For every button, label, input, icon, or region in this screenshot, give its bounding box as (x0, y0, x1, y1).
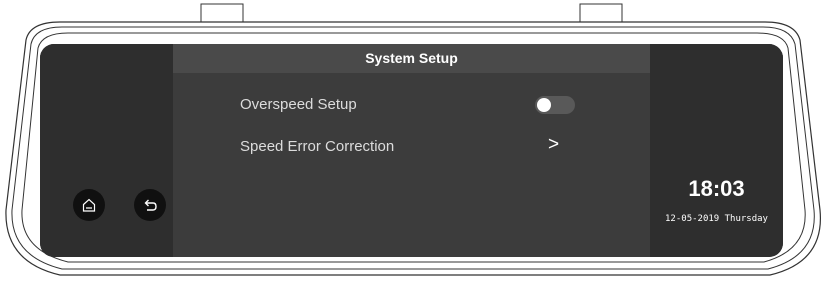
mount-clip-right (579, 3, 623, 25)
home-icon (82, 198, 96, 212)
speed-error-correction-label[interactable]: Speed Error Correction (240, 138, 394, 155)
overspeed-setup-label: Overspeed Setup (240, 96, 357, 113)
page-title: System Setup (173, 44, 650, 73)
left-panel (40, 44, 173, 257)
settings-panel: System Setup Overspeed Setup Speed Error… (173, 44, 650, 257)
back-icon (144, 199, 157, 211)
back-button[interactable] (134, 189, 166, 221)
clock-date: 12-05-2019 Thursday (665, 214, 768, 224)
toggle-knob (537, 98, 551, 112)
chevron-right-icon[interactable]: > (548, 134, 559, 156)
mirror-screen: System Setup Overspeed Setup Speed Error… (40, 44, 783, 257)
overspeed-setup-toggle[interactable] (535, 96, 575, 114)
home-button[interactable] (73, 189, 105, 221)
right-panel: 18:03 12-05-2019 Thursday (650, 44, 783, 257)
mount-clip-left (200, 3, 244, 25)
clock-time: 18:03 (688, 176, 745, 201)
